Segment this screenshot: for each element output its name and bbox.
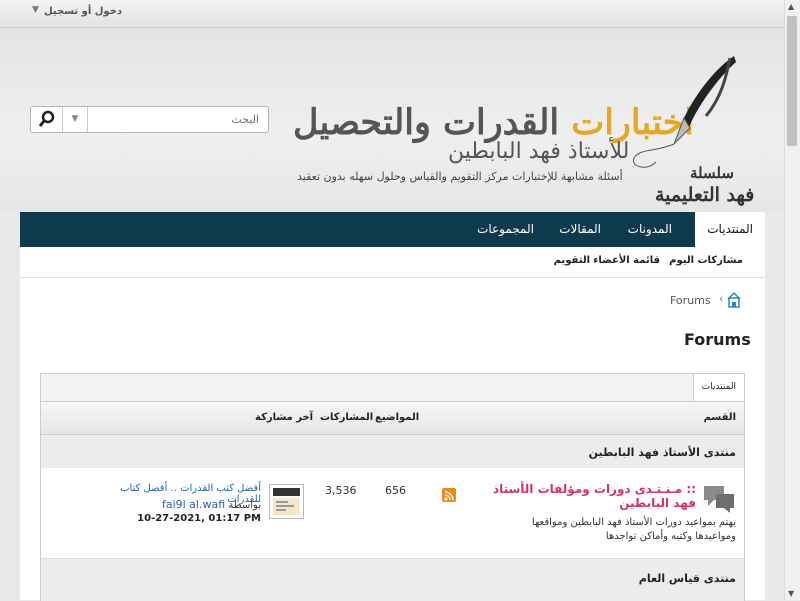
header-topics: المواضيع <box>375 412 420 423</box>
header-section: القسم <box>703 412 736 423</box>
panel-tab-forums[interactable]: المنتديات <box>692 374 744 401</box>
brand-name-label: فهد التعليمية <box>655 184 755 206</box>
sub-nav: مشاركات اليوم قائمة الأعضاء التقويم <box>20 247 765 278</box>
forum-description: يهتم بمواعيد دورات الأستاذ فهد البابطين … <box>531 517 736 542</box>
category-row[interactable]: منتدى الأستاذ فهد البابطين <box>41 435 744 468</box>
table-header: القسم المواضيع المشاركات آخر مشاركة <box>41 402 744 435</box>
fountain-pen-icon <box>632 56 736 168</box>
search-options-dropdown[interactable]: ▼ <box>63 107 88 132</box>
tab-blogs[interactable]: المدونات <box>628 212 672 247</box>
main-content: Forums ‹ Forums المنتديات القسم المواضيع… <box>20 278 765 601</box>
tab-articles[interactable]: المقالات <box>559 212 601 247</box>
book-cover-icon <box>273 488 300 515</box>
search-button[interactable] <box>31 107 63 132</box>
category-title[interactable]: منتدى الأستاذ فهد البابطين <box>589 446 736 459</box>
subnav-member-list[interactable]: قائمة الأعضاء <box>593 255 660 266</box>
category-row[interactable]: منتدى قياس العام <box>41 559 744 601</box>
forum-topics-count: 656 <box>385 484 406 497</box>
header-posts: المشاركات <box>320 412 374 423</box>
login-register-link[interactable]: دخول أو تسجيل <box>44 6 122 17</box>
logo-tagline: أسئلة مشابهة للإختبارات مركز التقويم وال… <box>297 170 623 183</box>
search-input[interactable] <box>89 109 261 130</box>
scroll-up-arrow-icon[interactable]: ▲ <box>788 2 794 11</box>
subnav-todays-posts[interactable]: مشاركات اليوم <box>669 255 743 266</box>
forum-posts-count: 3,536 <box>325 484 357 497</box>
rss-icon[interactable] <box>442 488 456 502</box>
rss-feed-icon <box>444 491 454 501</box>
main-nav: المنتديات المدونات المقالات المجموعات <box>20 212 765 247</box>
page-scrollbar[interactable]: ▲ ▼ <box>784 0 800 600</box>
brand-series-label: سلسلة <box>690 164 734 182</box>
last-post-thumbnail[interactable] <box>269 484 304 519</box>
last-post-by-prefix: بواسطة <box>228 500 261 511</box>
page-title: Forums <box>684 330 751 349</box>
last-post-user-link[interactable]: fai9l al.wafi <box>162 498 225 511</box>
forum-list-panel: المنتديات القسم المواضيع المشاركات آخر م… <box>40 373 745 601</box>
tab-forums[interactable]: المنتديات <box>695 212 765 247</box>
last-post-author: بواسطة fai9l al.wafi <box>89 498 261 511</box>
forum-title-link[interactable]: :: مـنـتـدى دورات ومؤلفات الأستاذ فهد ال… <box>481 482 696 510</box>
tab-groups[interactable]: المجموعات <box>477 212 534 247</box>
last-post-date: 10-27-2021, 01:17 PM <box>137 513 261 524</box>
forum-bubble-icon <box>704 486 734 513</box>
home-icon[interactable] <box>727 292 741 308</box>
forum-row: :: مـنـتـدى دورات ومؤلفات الأستاذ فهد ال… <box>41 468 744 559</box>
logo-subtitle: للأستاذ فهد البابطين <box>448 139 630 164</box>
scroll-down-arrow-icon[interactable]: ▼ <box>788 589 794 598</box>
breadcrumb-separator: ‹ <box>719 292 724 305</box>
logo-title-rest: القدرات والتحصيل <box>293 102 572 143</box>
breadcrumb-forums[interactable]: Forums <box>670 294 711 307</box>
scroll-thumb[interactable] <box>787 16 797 146</box>
search-icon <box>38 110 55 127</box>
category-title[interactable]: منتدى قياس العام <box>639 572 736 585</box>
site-header: اختبارات القدرات والتحصيل للأستاذ فهد ال… <box>0 28 785 211</box>
search-box: ▼ <box>30 106 269 133</box>
panel-tab-row: المنتديات <box>41 374 744 402</box>
dropdown-arrow-icon[interactable]: ▼ <box>32 5 39 15</box>
top-bar: ▼ دخول أو تسجيل <box>0 0 785 28</box>
subnav-calendar[interactable]: التقويم <box>554 255 590 266</box>
header-last-post: آخر مشاركة <box>255 412 314 423</box>
